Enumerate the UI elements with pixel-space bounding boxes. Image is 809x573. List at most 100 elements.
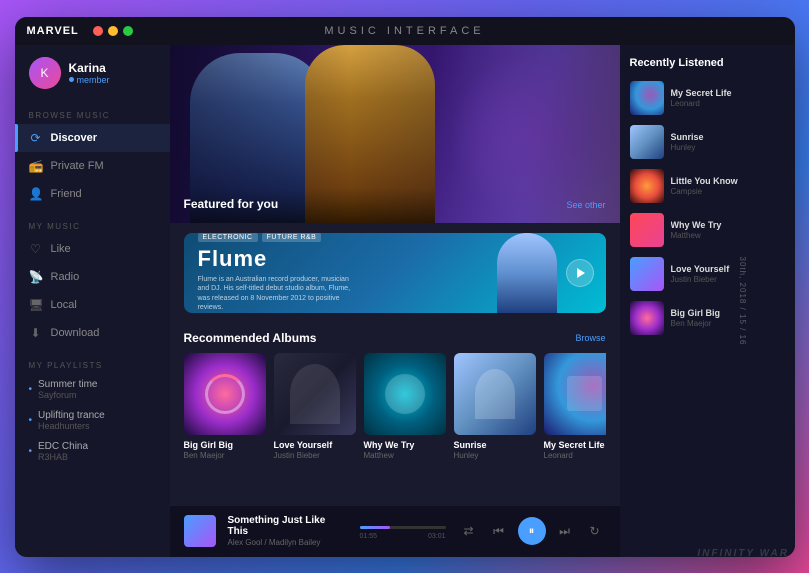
- main-content: K Karina member BROWSE MUSIC ⟳ Discover …: [15, 45, 795, 557]
- featured-card: ELECTRONIC FUTURE R&B Flume Flume is an …: [184, 233, 606, 313]
- playlist-name: Summer time: [38, 379, 97, 390]
- recent-art-3: [630, 169, 664, 203]
- friend-icon: 👤: [29, 187, 43, 201]
- sidebar-item-label: Radio: [51, 271, 80, 283]
- featured-description: Flume is an Australian record producer, …: [198, 275, 358, 311]
- recent-song-1: My Secret Life: [671, 88, 785, 98]
- album-art-2: [274, 353, 356, 435]
- play-pause-button[interactable]: ⏸: [518, 517, 546, 545]
- discover-icon: ⟳: [29, 131, 43, 145]
- recent-song-2: Sunrise: [671, 132, 785, 142]
- player-artist: Alex Gool / Madilyn Bailey: [228, 538, 348, 547]
- album-name-4: Sunrise: [454, 440, 536, 450]
- user-role: member: [69, 75, 110, 85]
- recent-song-5: Love Yourself: [671, 264, 785, 274]
- album-name-3: Why We Try: [364, 440, 446, 450]
- recent-info-4: Why We Try Matthew: [671, 220, 785, 240]
- repeat-button[interactable]: ↻: [584, 520, 606, 542]
- prev-button[interactable]: ⏮: [488, 520, 510, 542]
- recent-art-6: [630, 301, 664, 335]
- sidebar-item-like[interactable]: ♡ Like: [15, 235, 170, 263]
- close-button[interactable]: [93, 26, 103, 36]
- hero-section: Featured for you See other: [170, 45, 620, 223]
- radio-icon: 📻: [29, 159, 43, 173]
- recent-item-3[interactable]: Little You Know Campsie: [630, 169, 785, 203]
- recently-listened-title: Recently Listened: [630, 57, 785, 69]
- app-window: MARVEL MUSIC INTERFACE K Karina member: [15, 17, 795, 557]
- maximize-button[interactable]: [123, 26, 133, 36]
- player-controls: ⇄ ⏮ ⏸ ⏭ ↻: [458, 517, 606, 545]
- user-profile[interactable]: K Karina member: [15, 57, 170, 103]
- avatar: K: [29, 57, 61, 89]
- recent-artist-6: Ben Maejor: [671, 319, 785, 328]
- right-panel: Recently Listened My Secret Life Leonard…: [620, 45, 795, 557]
- recent-item-1[interactable]: My Secret Life Leonard: [630, 81, 785, 115]
- album-artist-4: Hunley: [454, 451, 536, 460]
- sidebar-item-label: Discover: [51, 132, 97, 144]
- broadcast-icon: 📡: [29, 270, 43, 284]
- albums-title: Recommended Albums: [184, 331, 317, 345]
- browse-section-label: BROWSE MUSIC: [15, 103, 170, 124]
- albums-header: Recommended Albums Browse: [184, 331, 606, 345]
- album-card-4[interactable]: Sunrise Hunley: [454, 353, 536, 460]
- album-card-3[interactable]: Why We Try Matthew: [364, 353, 446, 460]
- sidebar-item-download[interactable]: ⬇ Download: [15, 319, 170, 347]
- progress-bar[interactable]: [360, 526, 446, 529]
- sidebar-item-label: Friend: [51, 188, 82, 200]
- player-progress[interactable]: 01:55 03:01: [360, 522, 446, 540]
- hero-see-other[interactable]: See other: [566, 195, 605, 213]
- sidebar-item-radio[interactable]: 📡 Radio: [15, 263, 170, 291]
- recent-song-6: Big Girl Big: [671, 308, 785, 318]
- sidebar-item-private-fm[interactable]: 📻 Private FM: [15, 152, 170, 180]
- playlists-section-label: MY PLAYLISTS: [15, 353, 170, 374]
- album-artist-2: Justin Bieber: [274, 451, 356, 460]
- albums-section: Recommended Albums Browse Big Girl Big B…: [170, 323, 620, 505]
- sidebar-item-label: Local: [51, 299, 77, 311]
- recent-item-2[interactable]: Sunrise Hunley: [630, 125, 785, 159]
- featured-tag-2: FUTURE R&B: [262, 233, 322, 242]
- featured-play-button[interactable]: [566, 259, 594, 287]
- albums-browse-button[interactable]: Browse: [575, 333, 605, 343]
- download-icon: ⬇: [29, 326, 43, 340]
- recent-item-4[interactable]: Why We Try Matthew: [630, 213, 785, 247]
- shuffle-button[interactable]: ⇄: [458, 520, 480, 542]
- recent-song-3: Little You Know: [671, 176, 785, 186]
- albums-grid: Big Girl Big Ben Maejor Love Yourself Ju…: [184, 353, 606, 460]
- album-art-1: [184, 353, 266, 435]
- album-art-3: [364, 353, 446, 435]
- recent-artist-3: Campsie: [671, 187, 785, 196]
- playlist-author: R3HAB: [38, 452, 88, 462]
- album-name-1: Big Girl Big: [184, 440, 266, 450]
- recent-item-6[interactable]: Big Girl Big Ben Maejor: [630, 301, 785, 335]
- playlist-item-3[interactable]: • EDC China R3HAB: [15, 436, 170, 467]
- featured-artist-image: [492, 233, 562, 313]
- recent-art-1: [630, 81, 664, 115]
- featured-tag-1: ELECTRONIC: [198, 233, 258, 242]
- player-info: Something Just Like This Alex Gool / Mad…: [228, 515, 348, 547]
- recent-artist-5: Justin Bieber: [671, 275, 785, 284]
- playlist-item-2[interactable]: • Uplifting trance Headhunters: [15, 405, 170, 436]
- minimize-button[interactable]: [108, 26, 118, 36]
- album-name-5: My Secret Life: [544, 440, 606, 450]
- next-button[interactable]: ⏭: [554, 520, 576, 542]
- role-dot: [69, 77, 74, 82]
- sidebar-item-local[interactable]: 🖥 Local: [15, 291, 170, 319]
- album-card-5[interactable]: My Secret Life Leonard: [544, 353, 606, 460]
- album-card-1[interactable]: Big Girl Big Ben Maejor: [184, 353, 266, 460]
- sidebar-item-friend[interactable]: 👤 Friend: [15, 180, 170, 208]
- recent-song-4: Why We Try: [671, 220, 785, 230]
- player-thumbnail: [184, 515, 216, 547]
- center-panel: Featured for you See other ELECTRONIC FU…: [170, 45, 620, 557]
- player-bar: Something Just Like This Alex Gool / Mad…: [170, 505, 620, 557]
- brand-logo: MARVEL: [27, 25, 79, 37]
- playlist-item-1[interactable]: • Summer time Sayforum: [15, 374, 170, 405]
- album-card-2[interactable]: Love Yourself Justin Bieber: [274, 353, 356, 460]
- featured-info: ELECTRONIC FUTURE R&B Flume Flume is an …: [198, 233, 492, 311]
- hero-background: Featured for you See other: [170, 45, 620, 223]
- app-title: MUSIC INTERFACE: [324, 25, 484, 37]
- sidebar-item-label: Private FM: [51, 160, 104, 172]
- recent-item-5[interactable]: Love Yourself Justin Bieber: [630, 257, 785, 291]
- progress-times: 01:55 03:01: [360, 533, 446, 540]
- player-song-title: Something Just Like This: [228, 515, 348, 537]
- sidebar-item-discover[interactable]: ⟳ Discover: [15, 124, 170, 152]
